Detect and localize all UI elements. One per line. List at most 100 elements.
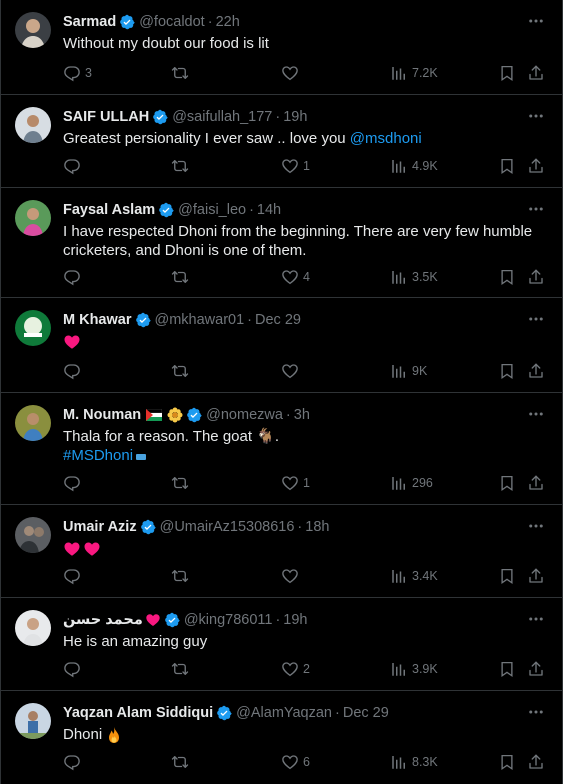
like-button[interactable]	[281, 63, 303, 83]
author-handle[interactable]: @UmairAz15308616	[160, 519, 295, 535]
like-button[interactable]: 2	[281, 659, 310, 679]
share-button[interactable]	[527, 63, 549, 83]
tweet[interactable]: Sarmad @focaldot · 22h Without my doubt our…	[0, 0, 563, 95]
author-name[interactable]: Umair Aziz	[63, 519, 137, 535]
views-button[interactable]: 4.9K	[390, 156, 438, 176]
share-button[interactable]	[527, 659, 549, 679]
author-handle[interactable]: @focaldot	[139, 14, 205, 30]
avatar[interactable]	[15, 703, 51, 739]
author-handle[interactable]: @nomezwa	[206, 407, 283, 423]
reply-button[interactable]: 3	[63, 63, 92, 83]
retweet-button[interactable]	[171, 267, 193, 287]
tweet[interactable]: Yaqzan Alam Siddiqui @AlamYaqzan · Dec 29 D…	[0, 691, 563, 784]
like-button[interactable]: 4	[281, 267, 310, 287]
share-button[interactable]	[527, 267, 549, 287]
like-button[interactable]	[281, 361, 303, 381]
bookmark-button[interactable]	[498, 752, 520, 772]
more-icon[interactable]	[527, 107, 545, 125]
avatar[interactable]	[15, 610, 51, 646]
bookmark-button[interactable]	[498, 156, 520, 176]
more-icon[interactable]	[527, 310, 545, 328]
timestamp[interactable]: Dec 29	[255, 312, 301, 328]
bookmark-button[interactable]	[498, 566, 520, 586]
timestamp[interactable]: 3h	[294, 407, 310, 423]
tweet[interactable]: SAIF ULLAH @saifullah_177 · 19h Greatest pe…	[0, 95, 563, 188]
bookmark-button[interactable]	[498, 659, 520, 679]
author-handle[interactable]: @AlamYaqzan	[236, 705, 332, 721]
author-name[interactable]: Sarmad	[63, 14, 116, 30]
reply-button[interactable]	[63, 361, 85, 381]
retweet-button[interactable]	[171, 752, 193, 772]
more-icon[interactable]	[527, 517, 545, 535]
tweet[interactable]: M. Nouman @nomezwa · 3h Thala for a reason…	[0, 393, 563, 505]
share-button[interactable]	[527, 752, 549, 772]
timestamp[interactable]: 19h	[283, 612, 307, 628]
tweet[interactable]: محمد حسن @king786011 · 19h He is an amazing…	[0, 598, 563, 691]
views-button[interactable]: 7.2K	[390, 63, 438, 83]
reply-button[interactable]	[63, 156, 85, 176]
more-icon[interactable]	[527, 200, 545, 218]
retweet-button[interactable]	[171, 473, 193, 493]
like-button[interactable]: 1	[281, 473, 310, 493]
views-button[interactable]: 8.3K	[390, 752, 438, 772]
like-icon	[281, 753, 299, 771]
bookmark-button[interactable]	[498, 361, 520, 381]
timestamp[interactable]: 18h	[305, 519, 329, 535]
timestamp[interactable]: 14h	[257, 202, 281, 218]
hashtag-link[interactable]: #MSDhoni	[63, 447, 133, 464]
views-button[interactable]: 9K	[390, 361, 427, 381]
share-button[interactable]	[527, 473, 549, 493]
bookmark-button[interactable]	[498, 473, 520, 493]
author-name[interactable]: Faysal Aslam	[63, 202, 155, 218]
views-button[interactable]: 3.5K	[390, 267, 438, 287]
timestamp[interactable]: Dec 29	[343, 705, 389, 721]
reply-button[interactable]	[63, 267, 85, 287]
author-handle[interactable]: @faisi_leo	[178, 202, 246, 218]
like-button[interactable]	[281, 566, 303, 586]
views-button[interactable]: 296	[390, 473, 433, 493]
reply-button[interactable]	[63, 659, 85, 679]
author-handle[interactable]: @mkhawar01	[155, 312, 245, 328]
share-button[interactable]	[527, 361, 549, 381]
reply-button[interactable]	[63, 752, 85, 772]
retweet-button[interactable]	[171, 566, 193, 586]
author-handle[interactable]: @king786011	[184, 612, 273, 628]
bookmark-button[interactable]	[498, 63, 520, 83]
like-button[interactable]: 1	[281, 156, 310, 176]
avatar[interactable]	[15, 12, 51, 48]
retweet-button[interactable]	[171, 156, 193, 176]
more-icon[interactable]	[527, 610, 545, 628]
separator: ·	[207, 14, 213, 30]
retweet-button[interactable]	[171, 63, 193, 83]
tweet[interactable]: M Khawar @mkhawar01 · Dec 29 9K	[0, 298, 563, 393]
timestamp[interactable]: 19h	[283, 109, 307, 125]
share-button[interactable]	[527, 566, 549, 586]
bookmark-button[interactable]	[498, 267, 520, 287]
retweet-button[interactable]	[171, 659, 193, 679]
like-button[interactable]: 6	[281, 752, 310, 772]
avatar[interactable]	[15, 405, 51, 441]
author-name[interactable]: Yaqzan Alam Siddiqui	[63, 705, 213, 721]
more-icon[interactable]	[527, 405, 545, 423]
timestamp[interactable]: 22h	[216, 14, 240, 30]
author-name[interactable]: M Khawar	[63, 312, 132, 328]
author-name[interactable]: محمد حسن	[63, 612, 143, 628]
share-button[interactable]	[527, 156, 549, 176]
mention-link[interactable]: @msdhoni	[350, 130, 422, 147]
views-button[interactable]: 3.4K	[390, 566, 438, 586]
avatar[interactable]	[15, 200, 51, 236]
avatar[interactable]	[15, 517, 51, 553]
more-icon[interactable]	[527, 12, 545, 30]
more-icon[interactable]	[527, 703, 545, 721]
author-handle[interactable]: @saifullah_177	[172, 109, 272, 125]
author-name[interactable]: SAIF ULLAH	[63, 109, 149, 125]
tweet[interactable]: Umair Aziz @UmairAz15308616 · 18h 3.4K	[0, 505, 563, 598]
avatar[interactable]	[15, 310, 51, 346]
retweet-button[interactable]	[171, 361, 193, 381]
reply-button[interactable]	[63, 566, 85, 586]
reply-button[interactable]	[63, 473, 85, 493]
author-name[interactable]: M. Nouman	[63, 407, 141, 423]
tweet[interactable]: Faysal Aslam @faisi_leo · 14h I have respec…	[0, 188, 563, 298]
views-button[interactable]: 3.9K	[390, 659, 438, 679]
avatar[interactable]	[15, 107, 51, 143]
